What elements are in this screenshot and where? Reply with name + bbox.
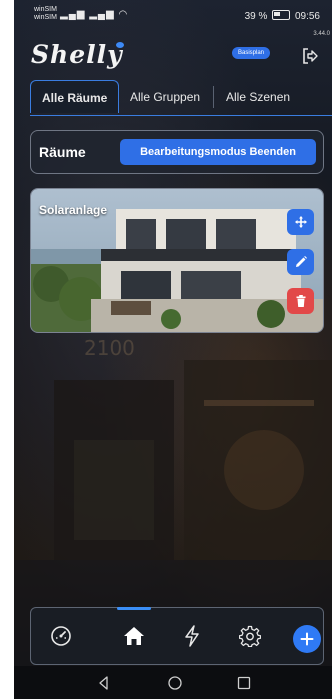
delete-icon bbox=[296, 295, 305, 307]
move-room-button[interactable] bbox=[287, 209, 314, 235]
battery-percent: 39 % bbox=[244, 11, 268, 22]
room-card[interactable]: Solaranlage bbox=[30, 188, 324, 333]
status-right: 39 % 09:56 bbox=[245, 10, 320, 22]
room-name: Solaranlage bbox=[39, 203, 108, 217]
sim1-label: winSIM bbox=[34, 6, 57, 13]
battery-icon bbox=[272, 10, 291, 20]
plan-badge[interactable]: Basisplan bbox=[232, 47, 271, 59]
edit-room-button[interactable] bbox=[287, 249, 314, 275]
tabs-underline bbox=[30, 115, 332, 116]
rooms-header: Räume Bearbeitungsmodus Beenden bbox=[30, 130, 324, 174]
logo-accent bbox=[116, 42, 124, 48]
system-navigation-bar bbox=[14, 666, 332, 699]
add-icon bbox=[300, 632, 314, 646]
home-circle-icon[interactable] bbox=[167, 675, 183, 691]
nav-energy[interactable] bbox=[178, 622, 206, 650]
logout-icon[interactable] bbox=[300, 46, 320, 66]
tab-separator bbox=[213, 86, 214, 108]
tab-alle-gruppen[interactable]: Alle Gruppen bbox=[130, 80, 200, 112]
room-tabs: Alle Räume Alle Gruppen Alle Szenen bbox=[30, 80, 332, 114]
back-icon[interactable] bbox=[96, 675, 112, 691]
app-version: 3.44.0 bbox=[313, 31, 330, 37]
clock: 09:56 bbox=[294, 11, 320, 22]
sim-labels: winSIM winSIM bbox=[34, 6, 57, 22]
settings-icon bbox=[239, 625, 261, 647]
add-button[interactable] bbox=[293, 625, 321, 653]
dashboard-icon bbox=[51, 626, 71, 646]
shelly-logo: Shelly bbox=[31, 40, 123, 69]
sim2-label: winSIM bbox=[34, 14, 57, 21]
move-icon bbox=[294, 216, 307, 228]
tab-alle-raeume[interactable]: Alle Räume bbox=[30, 80, 120, 113]
status-bar: winSIM winSIM ▂▄▆ ▂▄▆ ◠ 39 % 09:56 bbox=[14, 0, 332, 30]
edit-icon bbox=[295, 256, 307, 267]
tab-alle-szenen[interactable]: Alle Szenen bbox=[226, 80, 290, 112]
app-screen: 2100 winSIM winSIM ▂▄▆ ▂▄▆ ◠ 39 % 09:56 … bbox=[14, 0, 332, 699]
active-tab-indicator bbox=[117, 607, 151, 610]
home-icon bbox=[124, 627, 144, 645]
energy-icon bbox=[185, 625, 199, 647]
rooms-title: Räume bbox=[39, 144, 86, 160]
nav-home[interactable] bbox=[120, 622, 148, 650]
svg-text:2100: 2100 bbox=[84, 336, 135, 360]
exit-edit-mode-button[interactable]: Bearbeitungsmodus Beenden bbox=[120, 139, 316, 165]
delete-room-button[interactable] bbox=[287, 288, 314, 314]
recents-icon[interactable] bbox=[236, 675, 252, 691]
nav-dashboard[interactable] bbox=[47, 622, 75, 650]
bottom-navigation bbox=[30, 607, 324, 665]
nav-settings[interactable] bbox=[236, 622, 264, 650]
signal-wifi-icons: ▂▄▆ ▂▄▆ ◠ bbox=[60, 9, 129, 20]
